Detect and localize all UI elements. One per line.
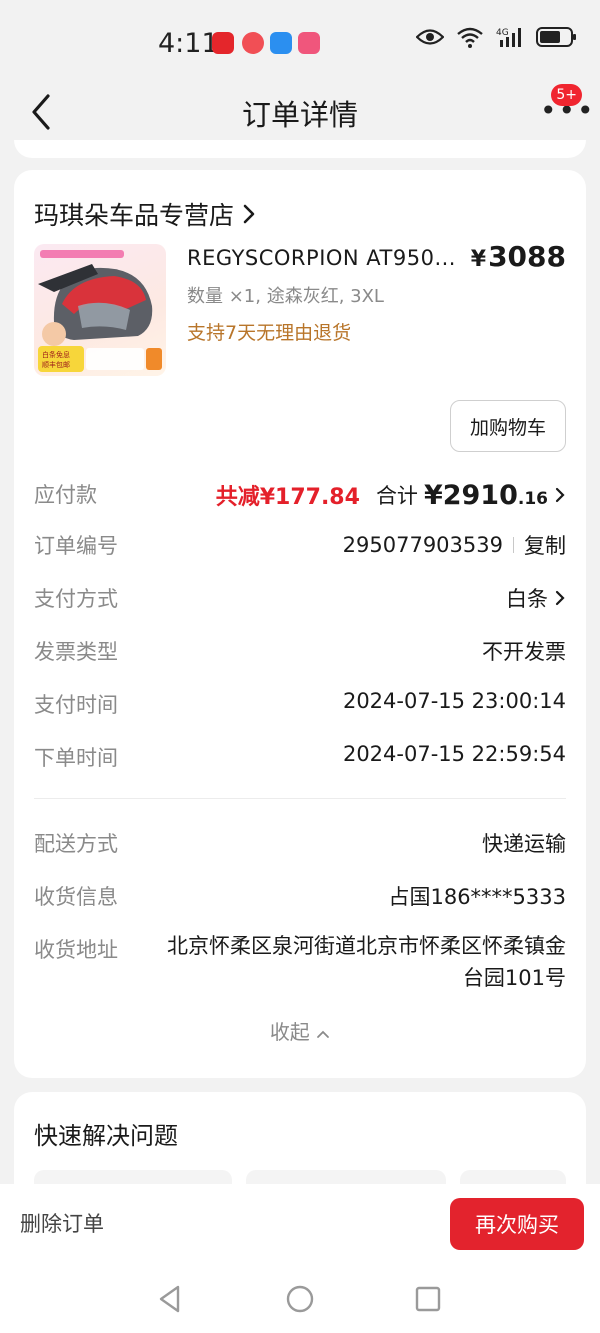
divider bbox=[513, 537, 514, 553]
eye-icon bbox=[416, 29, 444, 45]
more-dots-icon: ••• bbox=[540, 94, 596, 127]
chevron-right-icon bbox=[555, 487, 565, 503]
delivery-row: 配送方式 快递运输 bbox=[34, 822, 566, 862]
svg-text:4G: 4G bbox=[496, 28, 509, 38]
chevron-right-icon bbox=[555, 590, 565, 606]
buy-again-button[interactable]: 再次购买 bbox=[450, 1198, 584, 1250]
payment-label: 应付款 bbox=[34, 483, 97, 507]
status-bar: 4:11 4G bbox=[0, 0, 600, 88]
product-price: ¥3088 bbox=[470, 240, 566, 273]
copy-button[interactable]: 复制 bbox=[524, 530, 566, 560]
collapse-toggle[interactable]: 收起 bbox=[14, 1016, 586, 1045]
total-label: 合计 bbox=[375, 484, 418, 508]
order-number-row: 订单编号 295077903539 复制 bbox=[34, 524, 566, 564]
nav-home-icon[interactable] bbox=[285, 1284, 315, 1314]
page-title: 订单详情 bbox=[241, 98, 358, 132]
shipping-address: 北京怀柔区泉河街道北京市怀柔区怀柔镇金台园101号 bbox=[167, 934, 566, 990]
receiver-row: 收货信息 占国186****5333 bbox=[34, 875, 566, 915]
payment-time: 2024-07-15 23:00:14 bbox=[342, 689, 566, 713]
return-policy: 支持7天无理由退货 bbox=[187, 322, 352, 344]
app-notification-icon bbox=[212, 32, 234, 54]
invoice-row: 发票类型 不开发票 bbox=[34, 630, 566, 670]
order-card: 玛琪朵车品专营店 白条免息 顺丰包邮 REGYSCORPION AT950...… bbox=[14, 170, 586, 1078]
order-number-label: 订单编号 bbox=[34, 534, 118, 558]
image-badge-text: 白条免息 bbox=[42, 350, 70, 359]
battery-icon bbox=[536, 27, 576, 47]
payment-method-row[interactable]: 支付方式 白条 bbox=[34, 577, 566, 617]
order-time-row: 下单时间 2024-07-15 22:59:54 bbox=[34, 736, 566, 776]
shop-link[interactable]: 玛琪朵车品专营店 bbox=[34, 196, 256, 232]
order-time-label: 下单时间 bbox=[34, 746, 118, 770]
quick-help-title: 快速解决问题 bbox=[34, 1122, 178, 1150]
product-name[interactable]: REGYSCORPION AT950... bbox=[187, 246, 457, 270]
invoice-label: 发票类型 bbox=[34, 640, 118, 664]
product-image[interactable]: 白条免息 顺丰包邮 bbox=[34, 244, 166, 376]
notification-badge: 5+ bbox=[551, 84, 582, 106]
product-specs: 数量 ×1, 途森灰红, 3XL bbox=[187, 286, 384, 307]
collapse-label: 收起 bbox=[269, 1020, 310, 1044]
system-nav-bar bbox=[0, 1264, 600, 1333]
payment-method: 白条 bbox=[506, 587, 548, 611]
chevron-right-icon bbox=[243, 204, 255, 224]
signal-icon: 4G bbox=[496, 28, 521, 47]
wifi-icon bbox=[457, 27, 483, 48]
status-indicators: 4G bbox=[416, 26, 578, 48]
discount-amount: 共减¥177.84 bbox=[215, 485, 360, 510]
payment-value: 共减¥177.84 合计 ¥2910.16 bbox=[216, 479, 566, 511]
delivery-label: 配送方式 bbox=[34, 832, 118, 856]
nav-back-icon[interactable] bbox=[156, 1284, 184, 1314]
payment-time-label: 支付时间 bbox=[34, 693, 118, 717]
add-to-cart-button[interactable]: 加购物车 bbox=[450, 400, 566, 452]
order-time: 2024-07-15 22:59:54 bbox=[342, 742, 566, 766]
nav-recents-icon[interactable] bbox=[414, 1285, 442, 1313]
shop-name: 玛琪朵车品专营店 bbox=[34, 201, 235, 230]
delete-order-button[interactable]: 删除订单 bbox=[20, 1208, 104, 1238]
previous-card-edge bbox=[14, 140, 586, 158]
delivery-method: 快递运输 bbox=[482, 832, 566, 856]
total-amount: ¥2910.16 bbox=[423, 479, 548, 511]
app-notification-icon bbox=[242, 32, 264, 54]
helmet-icon: 白条免息 顺丰包邮 bbox=[38, 250, 162, 372]
message-notification-icon bbox=[270, 32, 292, 54]
invoice-type: 不开发票 bbox=[482, 640, 566, 664]
status-time: 4:11 bbox=[158, 28, 219, 59]
payment-time-row: 支付时间 2024-07-15 23:00:14 bbox=[34, 683, 566, 723]
bottom-action-bar: 删除订单 再次购买 bbox=[0, 1184, 600, 1264]
image-badge-text: 顺丰包邮 bbox=[42, 360, 70, 369]
chevron-up-icon bbox=[317, 1030, 330, 1038]
address-label: 收货地址 bbox=[34, 938, 118, 962]
order-number: 295077903539 bbox=[342, 533, 503, 557]
receiver-info: 占国186****5333 bbox=[388, 885, 566, 909]
divider bbox=[34, 798, 566, 799]
payment-row[interactable]: 应付款 共减¥177.84 合计 ¥2910.16 bbox=[34, 473, 566, 513]
receiver-label: 收货信息 bbox=[34, 885, 118, 909]
payment-method-label: 支付方式 bbox=[34, 587, 118, 611]
app-notification-icon bbox=[298, 32, 320, 54]
